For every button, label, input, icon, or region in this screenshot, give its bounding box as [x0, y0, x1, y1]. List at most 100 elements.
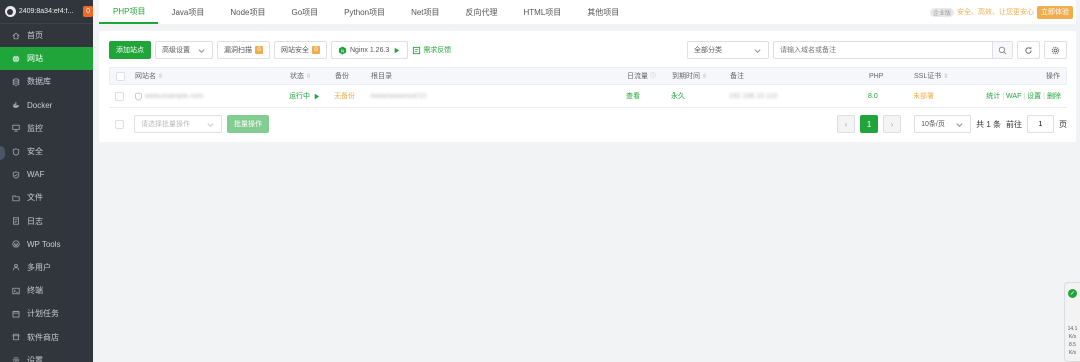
ssl-status-link[interactable]: 未部署: [913, 91, 934, 101]
sidebar-header: 2409:8a34:ef4:f... 0: [0, 0, 93, 24]
col-ops: 操作: [1046, 73, 1060, 80]
nginx-version: Nginx 1.26.3: [350, 46, 390, 54]
table-settings-button[interactable]: [1044, 41, 1067, 59]
footer-select-checkbox[interactable]: [115, 119, 124, 129]
tab-7[interactable]: HTML项目: [511, 0, 575, 24]
sidebar-item-label: 网站: [27, 54, 43, 64]
traffic-view-link[interactable]: 查看: [626, 91, 640, 101]
sidebar-item-label: 终端: [27, 286, 43, 296]
col-status[interactable]: 状态 ⇳: [290, 71, 311, 81]
tab-0[interactable]: PHP项目: [99, 0, 159, 24]
play-icon: [395, 47, 400, 53]
add-site-button[interactable]: 添加站点: [109, 41, 151, 59]
nginx-button[interactable]: N Nginx 1.26.3: [331, 41, 409, 59]
page-size-select[interactable]: 10条/页: [914, 115, 972, 133]
remark-field[interactable]: 192.168.10.110: [729, 93, 777, 100]
tab-5[interactable]: Net项目: [398, 0, 452, 24]
project-tabs-bar: PHP项目 Java项目 Node项目 Go项目 Python项目 Net项目 反向代理 HT…: [99, 0, 1076, 24]
advanced-settings-select[interactable]: 高级设置: [155, 41, 213, 59]
prev-page-button[interactable]: ‹: [837, 115, 856, 133]
tab-8[interactable]: 其他项目: [574, 0, 632, 24]
tab-3[interactable]: Go项目: [278, 0, 331, 24]
enterprise-tag: 企业版: [929, 7, 954, 17]
nginx-icon: N: [338, 45, 347, 55]
tab-2[interactable]: Node项目: [217, 0, 278, 24]
vuln-scan-label: 漏洞扫描: [224, 47, 252, 54]
tab-1[interactable]: Java项目: [158, 0, 217, 24]
sidebar-item-7[interactable]: 文件: [0, 186, 93, 209]
goto-page-input[interactable]: [1027, 115, 1054, 133]
sidebar-item-10[interactable]: 多用户: [0, 256, 93, 279]
php-version-link[interactable]: 8.0: [868, 93, 878, 100]
sidebar-item-label: WAF: [27, 170, 45, 180]
goto-label: 前往: [1006, 119, 1022, 129]
sidebar-item-14[interactable]: 设置: [0, 349, 93, 362]
refresh-icon: [1025, 46, 1032, 54]
server-host[interactable]: 2409:8a34:ef4:f...: [19, 8, 80, 15]
chevron-down-icon: [956, 122, 963, 127]
sidebar-item-label: WP Tools: [27, 239, 61, 249]
select-all-checkbox[interactable]: [116, 71, 125, 81]
divider: |: [1023, 93, 1026, 100]
root-path-link[interactable]: /www/wwwroot/10.: [370, 93, 428, 100]
search-input[interactable]: [774, 42, 992, 58]
settings-link[interactable]: 设置: [1027, 93, 1041, 100]
stats-link[interactable]: 统计: [986, 93, 1000, 100]
batch-action-placeholder: 请选择批量操作: [141, 121, 190, 128]
sidebar-item-0[interactable]: 首页: [0, 24, 93, 47]
sidebar-item-8[interactable]: 日志: [0, 210, 93, 233]
site-name-cell[interactable]: www.example.com: [134, 92, 203, 101]
row-checkbox[interactable]: [115, 91, 124, 101]
vuln-count-badge: 0: [255, 46, 263, 54]
notification-badge[interactable]: 0: [83, 6, 93, 17]
page-number[interactable]: 1: [860, 115, 879, 133]
backup-link[interactable]: 无备份: [334, 91, 355, 101]
sidebar-item-12[interactable]: 计划任务: [0, 302, 93, 325]
sidebar-item-label: 多用户: [27, 262, 51, 272]
batch-action-select[interactable]: 请选择批量操作: [134, 115, 222, 133]
feedback-link[interactable]: 需求反馈: [412, 45, 451, 55]
sidebar-item-11[interactable]: 终端: [0, 279, 93, 302]
play-icon: [314, 93, 320, 99]
sidebar-item-4[interactable]: 监控: [0, 117, 93, 140]
gear-icon: [1051, 46, 1060, 54]
sidebar-item-label: 数据库: [27, 77, 51, 87]
col-expire[interactable]: 到期时间 ⇳: [672, 71, 707, 81]
status-check-icon: ✓: [1068, 289, 1077, 298]
tab-4[interactable]: Python项目: [331, 0, 398, 24]
sidebar: 2409:8a34:ef4:f... 0 首页网站数据库 Docker 监控安全 WA…: [0, 0, 93, 362]
sidebar-item-6[interactable]: WAF: [0, 163, 93, 186]
site-search: [773, 41, 1013, 59]
divider: |: [1043, 93, 1045, 100]
sidebar-item-3[interactable]: Docker: [0, 94, 93, 117]
refresh-button[interactable]: [1017, 41, 1040, 59]
sidebar-item-1[interactable]: 网站: [0, 47, 93, 71]
sidebar-item-9[interactable]: WP Tools: [0, 233, 93, 256]
sidebar-item-13[interactable]: 软件商店: [0, 325, 93, 348]
batch-action-button[interactable]: 批量操作: [227, 115, 269, 133]
search-button[interactable]: [992, 42, 1012, 58]
col-ssl[interactable]: SSL证书 ⇳: [914, 71, 948, 81]
delete-link[interactable]: 删除: [1047, 93, 1061, 100]
waf-link[interactable]: WAF: [1006, 93, 1021, 100]
advanced-settings-label: 高级设置: [162, 47, 190, 54]
network-speed-widget[interactable]: ✓ 14.1 K/s 8.5 K/s: [1064, 282, 1080, 362]
category-select[interactable]: 全部分类: [687, 41, 769, 59]
col-name[interactable]: 网站名 ⇳: [135, 71, 163, 81]
sidebar-item-label: 监控: [27, 123, 43, 133]
calendar-icon: [12, 310, 20, 318]
tab-6[interactable]: 反向代理: [453, 0, 511, 24]
vuln-scan-button[interactable]: 漏洞扫描 0: [217, 41, 270, 59]
sidebar-item-5[interactable]: 安全: [0, 140, 93, 163]
security-count-badge: 0: [312, 46, 320, 54]
next-page-button[interactable]: ›: [883, 115, 902, 133]
feedback-label: 需求反馈: [423, 47, 452, 54]
chevron-down-icon: [207, 122, 214, 127]
try-now-button[interactable]: 立即体验: [1037, 5, 1073, 19]
site-security-button[interactable]: 网站安全 0: [274, 41, 327, 59]
status-toggle[interactable]: 运行中: [289, 91, 321, 101]
sidebar-item-label: 软件商店: [27, 332, 59, 342]
expire-link[interactable]: 永久: [671, 91, 685, 101]
store-icon: [12, 333, 20, 341]
sidebar-item-2[interactable]: 数据库: [0, 70, 93, 93]
